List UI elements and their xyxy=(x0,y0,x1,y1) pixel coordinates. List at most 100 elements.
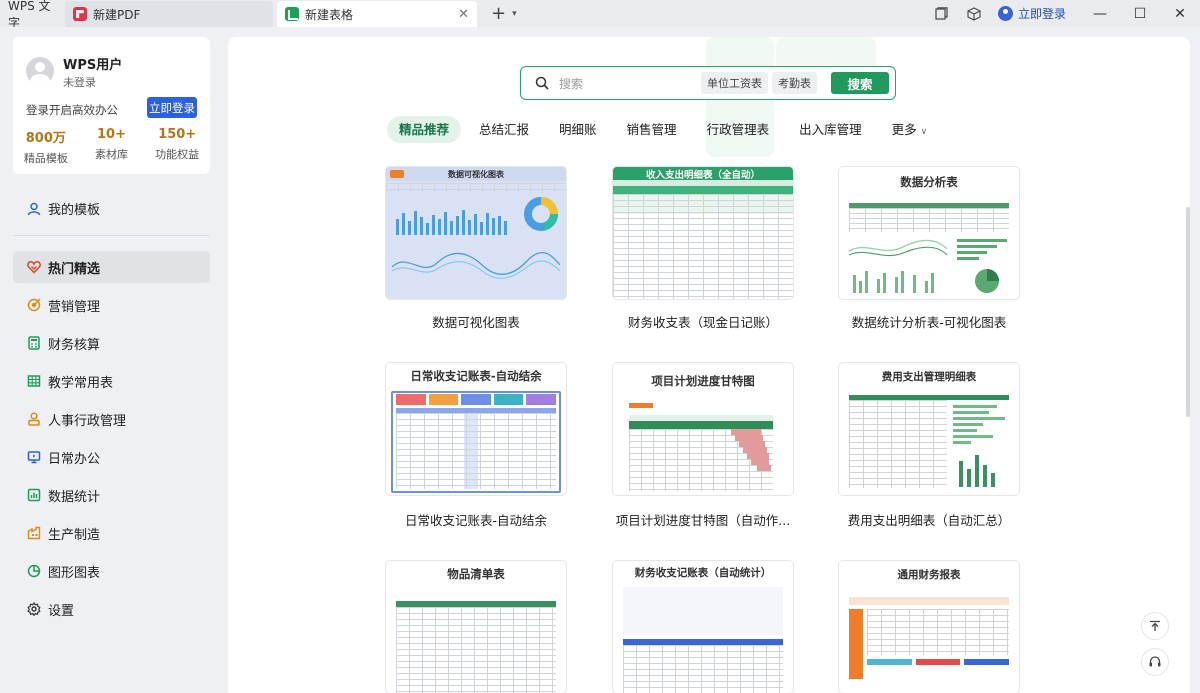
thumbnail-line-chart xyxy=(392,251,560,279)
stat-materials[interactable]: 10+ 素材库 xyxy=(79,127,145,166)
tab-admin[interactable]: 行政管理表 xyxy=(695,116,782,143)
top-login-label: 立即登录 xyxy=(1017,7,1066,21)
back-to-top-button[interactable] xyxy=(1141,612,1169,640)
tab-label: 新建表格 xyxy=(305,7,354,22)
template-thumbnail[interactable]: 财务收支记账表（自动统计） xyxy=(613,561,793,693)
thumbnail-gantt xyxy=(731,429,771,471)
spreadsheet-icon xyxy=(285,7,299,21)
thumbnail-title: 物品清单表 xyxy=(447,567,505,581)
tab-featured[interactable]: 精品推荐 xyxy=(387,116,462,143)
divider xyxy=(13,235,210,236)
user-icon xyxy=(27,202,41,215)
stat-templates[interactable]: 800万 精品模板 xyxy=(13,127,79,166)
template-title[interactable]: 日常收支记账表-自动结余 xyxy=(371,510,581,529)
close-window-icon[interactable]: ✕ xyxy=(1160,6,1200,22)
login-button[interactable]: 立即登录 xyxy=(147,97,197,118)
calculator-icon xyxy=(28,336,40,350)
template-title[interactable]: 项目计划进度甘特图（自动作... xyxy=(598,510,808,529)
sidebar-item-finance[interactable]: 财务核算 xyxy=(13,327,210,359)
template-thumbnail[interactable]: 物品清单表 xyxy=(386,561,566,693)
user-avatar-icon xyxy=(997,6,1013,21)
template-thumbnail[interactable]: 数据可视化图表 xyxy=(386,167,566,299)
scrollbar[interactable] xyxy=(1186,207,1190,417)
chevron-down-icon[interactable]: ▾ xyxy=(512,9,517,19)
tab-ledger[interactable]: 明细账 xyxy=(547,116,609,143)
sidebar-item-hr[interactable]: 人事行政管理 xyxy=(13,403,210,435)
template-title[interactable]: 费用支出明细表（自动汇总） xyxy=(824,510,1034,529)
template-thumbnail[interactable]: 日常收支记账表-自动结余 xyxy=(386,363,566,495)
sidebar-item-label: 财务核算 xyxy=(48,337,101,353)
sidebar-item-statistics[interactable]: 数据统计 xyxy=(13,479,210,511)
avatar[interactable] xyxy=(26,57,54,85)
tab-sales[interactable]: 销售管理 xyxy=(615,116,689,143)
sidebar-item-office[interactable]: 日常办公 xyxy=(13,441,210,473)
my-templates-label: 我的模板 xyxy=(48,203,101,218)
maximize-icon[interactable]: ☐ xyxy=(1120,6,1160,22)
thumbnail-title: 日常收支记账表-自动结余 xyxy=(410,369,542,383)
template-thumbnail[interactable]: 收入支出明细表（全自动） xyxy=(613,167,793,299)
heart-icon xyxy=(27,261,41,274)
search-chip-salary[interactable]: 单位工资表 xyxy=(701,72,768,94)
thumbnail-bar-chart xyxy=(953,405,1005,487)
tab-inventory[interactable]: 出入库管理 xyxy=(787,116,874,143)
thumbnail-title: 费用支出管理明细表 xyxy=(881,371,977,383)
stat-value: 800万 xyxy=(25,131,66,146)
customer-service-button[interactable] xyxy=(1141,648,1169,676)
template-thumbnail[interactable]: 费用支出管理明细表 xyxy=(839,363,1019,495)
person-icon xyxy=(28,412,40,426)
sidebar-item-label: 生产制造 xyxy=(48,527,101,543)
pie-icon xyxy=(27,564,41,578)
gear-icon xyxy=(27,602,41,616)
sidebar-item-label: 数据统计 xyxy=(48,489,101,505)
thumbnail-title: 收入支出明细表（全自动） xyxy=(645,170,760,181)
headset-icon xyxy=(1149,656,1161,667)
template-title[interactable]: 数据统计分析表-可视化图表 xyxy=(824,312,1034,331)
stat-benefits[interactable]: 150+ 功能权益 xyxy=(144,127,210,166)
sidebar-item-settings[interactable]: 设置 xyxy=(13,593,210,625)
search-icon xyxy=(535,76,549,90)
stat-value: 150+ xyxy=(158,127,197,142)
window-layout-icon[interactable] xyxy=(930,2,954,26)
tab-new-pdf[interactable]: 新建PDF xyxy=(65,1,273,27)
sidebar-item-label: 教学常用表 xyxy=(48,375,114,391)
template-thumbnail[interactable]: 数据分析表 xyxy=(839,167,1019,299)
sidebar-item-production[interactable]: 生产制造 xyxy=(13,517,210,549)
sidebar-item-graphics[interactable]: 图形图表 xyxy=(13,555,210,587)
template-thumbnail[interactable]: 项目计划进度甘特图 xyxy=(613,363,793,495)
tab-bar: WPS 文字 新建PDF 新建表格 ✕ + ▾ 立即登录 — ☐ ✕ xyxy=(0,0,1200,30)
user-name: WPS用户 xyxy=(63,58,123,73)
template-title[interactable]: 财务收支表（现金日记账） xyxy=(598,312,808,331)
new-tab-plus-icon[interactable]: + xyxy=(491,3,506,24)
sidebar-item-label: 日常办公 xyxy=(48,451,101,467)
arrow-up-icon xyxy=(1150,620,1160,631)
search-chip-attendance[interactable]: 考勤表 xyxy=(772,72,817,94)
template-title[interactable]: 数据可视化图表 xyxy=(371,312,581,331)
search-input[interactable]: 搜索 xyxy=(559,75,701,92)
thumbnail-title: 项目计划进度甘特图 xyxy=(651,374,755,388)
my-templates-link[interactable]: 我的模板 xyxy=(27,199,100,218)
sidebar-item-marketing[interactable]: 营销管理 xyxy=(13,289,210,321)
top-login-button[interactable]: 立即登录 xyxy=(997,5,1066,22)
thumbnail-title: 数据分析表 xyxy=(900,175,958,189)
chart-icon xyxy=(27,488,41,502)
search-button[interactable]: 搜索 xyxy=(831,72,889,94)
login-hint: 登录开启高效办公 xyxy=(26,103,118,117)
chevron-down-icon: ∨ xyxy=(920,127,928,137)
sidebar-item-hot[interactable]: 热门精选 xyxy=(13,251,210,283)
stat-label: 功能权益 xyxy=(155,148,200,161)
category-nav: 热门精选 营销管理 财务核算 教学常用表 人事行政管理 日常办公 数据统计 生产… xyxy=(13,251,210,631)
tab-wps-writer[interactable]: WPS 文字 xyxy=(0,0,62,30)
template-thumbnail[interactable]: 通用财务报表 xyxy=(839,561,1019,693)
tab-more[interactable]: 更多 ∨ xyxy=(880,116,932,143)
category-tabs: 精品推荐 总结汇报 明细账 销售管理 行政管理表 出入库管理 更多 ∨ xyxy=(387,116,937,143)
user-status: 未登录 xyxy=(63,76,96,89)
minimize-icon[interactable]: — xyxy=(1080,6,1120,22)
cube-icon[interactable] xyxy=(962,2,986,26)
thumbnail-donut xyxy=(524,197,558,231)
sidebar-item-label: 设置 xyxy=(48,603,75,619)
user-stats: 800万 精品模板 10+ 素材库 150+ 功能权益 xyxy=(13,127,210,166)
close-tab-icon[interactable]: ✕ xyxy=(458,7,469,22)
tab-new-sheet[interactable]: 新建表格 ✕ xyxy=(277,1,477,27)
sidebar-item-teaching[interactable]: 教学常用表 xyxy=(13,365,210,397)
tab-summary-report[interactable]: 总结汇报 xyxy=(467,116,541,143)
